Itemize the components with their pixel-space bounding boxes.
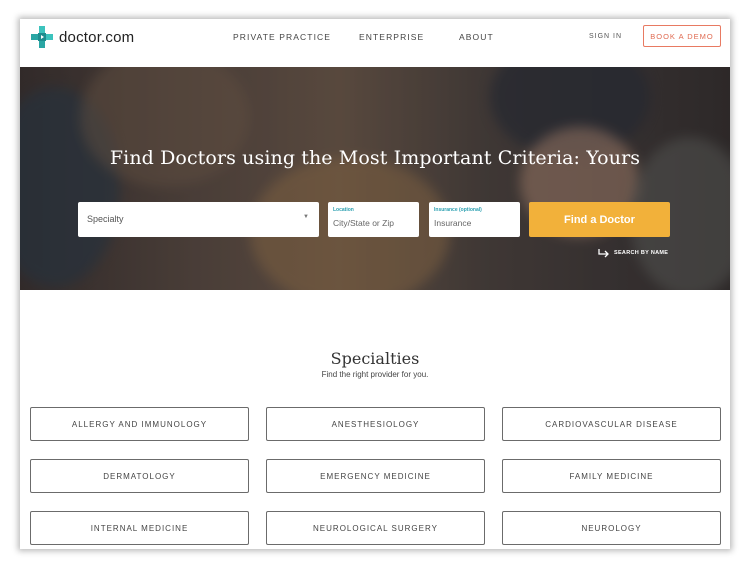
insurance-label: Insurance (optional) <box>434 207 482 213</box>
insurance-placeholder: Insurance <box>434 218 472 228</box>
hero-title: Find Doctors using the Most Important Cr… <box>109 147 641 169</box>
specialty-dermatology[interactable]: DERMATOLOGY <box>30 459 249 493</box>
search-by-name-label: SEARCH BY NAME <box>614 250 669 256</box>
location-input[interactable]: Location City/State or Zip <box>328 202 419 237</box>
location-label: Location <box>333 207 354 213</box>
sign-in-link[interactable]: SIGN IN <box>589 33 622 40</box>
book-demo-button[interactable]: BOOK A DEMO <box>643 25 721 47</box>
specialty-internal-medicine[interactable]: INTERNAL MEDICINE <box>30 511 249 545</box>
nav-private-practice[interactable]: PRIVATE PRACTICE <box>233 32 331 42</box>
chevron-down-icon: ▼ <box>303 214 309 220</box>
location-placeholder: City/State or Zip <box>333 218 394 228</box>
specialty-family-medicine[interactable]: FAMILY MEDICINE <box>502 459 721 493</box>
specialty-allergy-immunology[interactable]: ALLERGY AND IMMUNOLOGY <box>30 407 249 441</box>
logo[interactable]: doctor.com <box>30 25 134 49</box>
find-doctor-button[interactable]: Find a Doctor <box>529 202 670 237</box>
specialty-neurology[interactable]: NEUROLOGY <box>502 511 721 545</box>
doctor-logo-icon <box>31 26 53 48</box>
specialty-cardiovascular-disease[interactable]: CARDIOVASCULAR DISEASE <box>502 407 721 441</box>
specialty-select[interactable]: Specialty ▼ <box>78 202 319 237</box>
browser-window: doctor.com PRIVATE PRACTICE ENTERPRISE A… <box>20 19 730 549</box>
specialty-placeholder: Specialty <box>87 214 124 224</box>
logo-text: doctor.com <box>59 28 135 46</box>
nav-enterprise[interactable]: ENTERPRISE <box>359 32 424 42</box>
specialty-anesthesiology[interactable]: ANESTHESIOLOGY <box>266 407 485 441</box>
nav-about[interactable]: ABOUT <box>459 32 494 42</box>
site-header: doctor.com PRIVATE PRACTICE ENTERPRISE A… <box>20 19 730 67</box>
specialty-emergency-medicine[interactable]: EMERGENCY MEDICINE <box>266 459 485 493</box>
insurance-input[interactable]: Insurance (optional) Insurance <box>429 202 520 237</box>
arrow-right-icon <box>598 249 609 258</box>
hero-section: Find Doctors using the Most Important Cr… <box>20 67 730 290</box>
specialties-title: Specialties <box>330 349 420 368</box>
specialty-neurological-surgery[interactable]: NEUROLOGICAL SURGERY <box>266 511 485 545</box>
search-by-name-link[interactable]: SEARCH BY NAME <box>598 248 668 258</box>
specialties-subtitle: Find the right provider for you. <box>321 370 429 379</box>
